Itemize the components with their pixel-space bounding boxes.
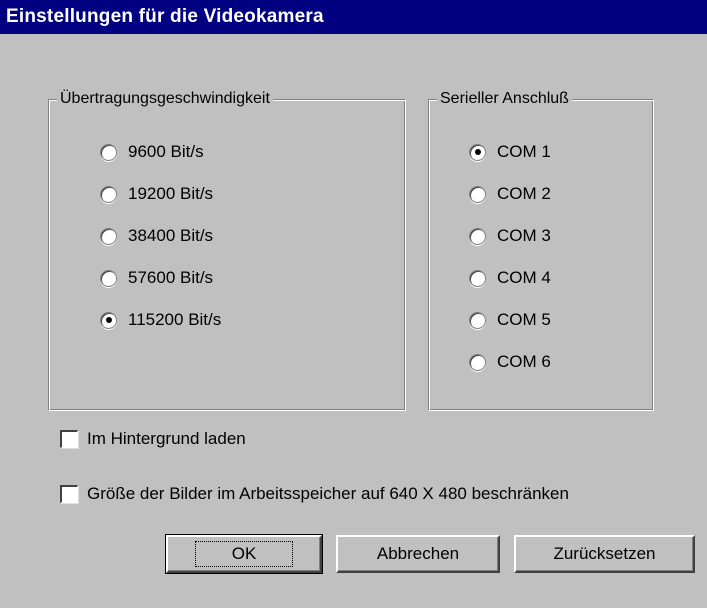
ok-button[interactable]: OK [165, 534, 323, 574]
settings-dialog: Einstellungen für die Videokamera Übertr… [0, 0, 707, 608]
radio-speed-19200[interactable]: 19200 Bit/s [100, 182, 213, 206]
radio-com-3[interactable]: COM 3 [469, 224, 551, 248]
radio-speed-57600[interactable]: 57600 Bit/s [100, 266, 213, 290]
radio-button-icon [469, 311, 486, 329]
radio-label: 57600 Bit/s [128, 268, 214, 287]
radio-button-icon [469, 227, 486, 245]
title-bar[interactable]: Einstellungen für die Videokamera [0, 0, 707, 34]
port-groupbox: Serieller Anschluß COM 1 COM 2 COM 3 COM… [428, 89, 654, 411]
reset-button-label: Zurücksetzen [553, 544, 656, 563]
speed-group-legend: Übertragungsgeschwindigkeit [57, 89, 273, 109]
radio-label: 9600 Bit/s [128, 142, 204, 161]
speed-groupbox: Übertragungsgeschwindigkeit 9600 Bit/s 1… [48, 89, 406, 411]
radio-label: COM 1 [497, 142, 551, 161]
radio-button-icon [100, 227, 117, 245]
radio-button-icon [469, 185, 486, 203]
checkbox-icon [60, 485, 78, 503]
radio-button-icon [469, 353, 486, 371]
checkbox-background-load[interactable]: Im Hintergrund laden [60, 427, 246, 451]
radio-com-2[interactable]: COM 2 [469, 182, 551, 206]
radio-speed-115200[interactable]: 115200 Bit/s [100, 308, 221, 332]
radio-label: COM 5 [497, 310, 551, 329]
radio-speed-9600[interactable]: 9600 Bit/s [100, 140, 204, 164]
radio-label: 19200 Bit/s [128, 184, 214, 203]
radio-label: COM 6 [497, 352, 551, 371]
port-group-legend: Serieller Anschluß [437, 89, 572, 109]
radio-label: COM 3 [497, 226, 551, 245]
radio-button-icon [100, 143, 117, 161]
radio-com-1[interactable]: COM 1 [469, 140, 551, 164]
radio-com-6[interactable]: COM 6 [469, 350, 551, 374]
radio-button-icon [469, 269, 486, 287]
checkbox-label: Größe der Bilder im Arbeitsspeicher auf … [87, 484, 569, 503]
focus-rect: OK [194, 541, 294, 567]
radio-button-icon [100, 311, 117, 329]
radio-label: COM 2 [497, 184, 551, 203]
checkbox-icon [60, 430, 78, 448]
radio-button-icon [100, 269, 117, 287]
radio-button-icon [100, 185, 117, 203]
cancel-button-label: Abbrechen [376, 544, 460, 563]
radio-label: COM 4 [497, 268, 551, 287]
radio-label: 115200 Bit/s [128, 310, 222, 329]
radio-com-4[interactable]: COM 4 [469, 266, 551, 290]
reset-button[interactable]: Zurücksetzen [514, 535, 695, 573]
checkbox-label: Im Hintergrund laden [87, 429, 246, 448]
cancel-button[interactable]: Abbrechen [336, 535, 500, 573]
ok-button-label: OK [231, 544, 257, 563]
radio-speed-38400[interactable]: 38400 Bit/s [100, 224, 213, 248]
checkbox-limit-image-size[interactable]: Größe der Bilder im Arbeitsspeicher auf … [60, 482, 569, 506]
radio-button-icon [469, 143, 486, 161]
radio-com-5[interactable]: COM 5 [469, 308, 551, 332]
window-title: Einstellungen für die Videokamera [6, 6, 324, 27]
radio-label: 38400 Bit/s [128, 226, 214, 245]
